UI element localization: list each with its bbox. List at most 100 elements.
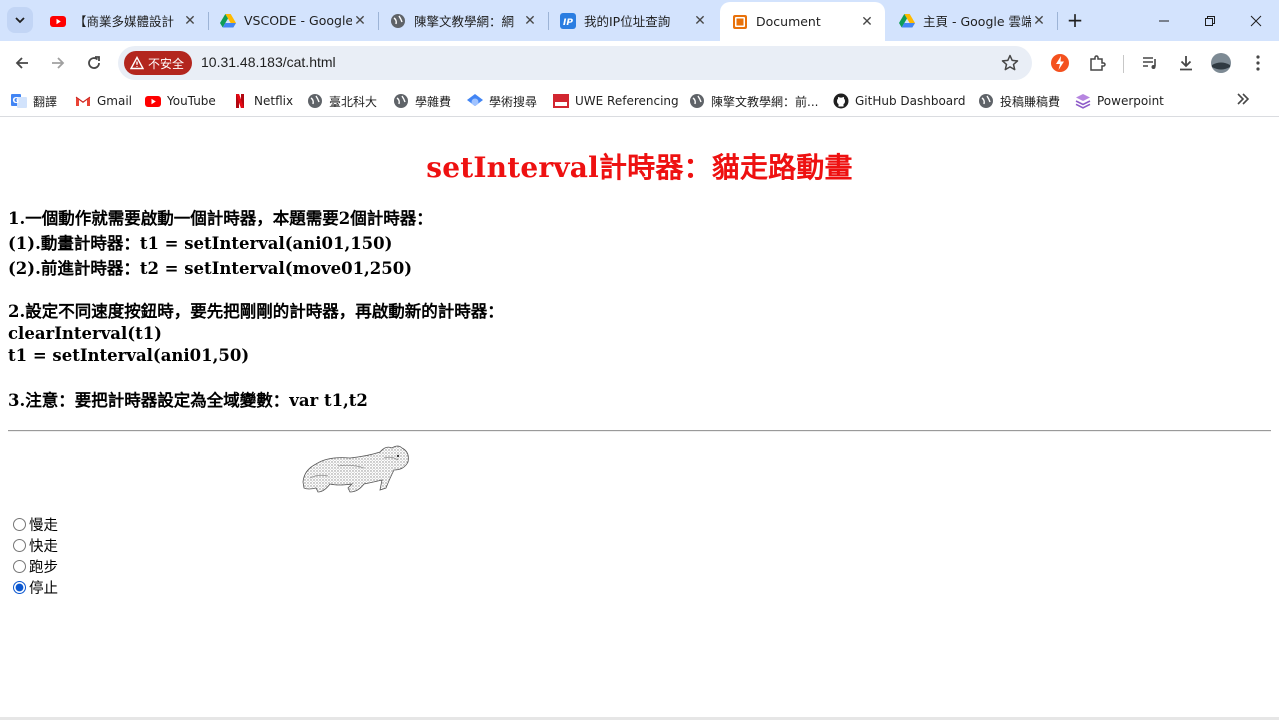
close-icon[interactable]: ✕: [522, 13, 538, 29]
bookmark-translate[interactable]: G 翻譯: [11, 92, 57, 110]
download-icon: [1180, 56, 1192, 71]
media-control-button[interactable]: [1139, 52, 1161, 74]
close-icon[interactable]: ✕: [182, 13, 198, 29]
url-text[interactable]: 10.31.48.183/cat.html: [201, 54, 336, 70]
minimize-icon: [1159, 20, 1169, 21]
bookmark-label: 臺北科大: [329, 94, 378, 109]
tab-youtube-course[interactable]: 【商業多媒體設計 ✕: [38, 0, 208, 41]
new-tab-button[interactable]: +: [1064, 8, 1086, 32]
bookmark-submit-articles[interactable]: 投稿賺稿費: [978, 92, 1060, 110]
toolbar-divider: [1123, 55, 1124, 73]
tab-document[interactable]: Document ✕: [720, 2, 885, 41]
downloads-button[interactable]: [1175, 52, 1197, 74]
double-chevron-right-icon: [1237, 93, 1250, 105]
tab-teaching-site[interactable]: 陳擎文教學網：網 ✕: [378, 0, 548, 41]
bookmarks-overflow-button[interactable]: [1236, 92, 1250, 110]
browser-menu-button[interactable]: [1247, 52, 1269, 74]
back-button[interactable]: [8, 49, 36, 77]
globe-icon: [690, 94, 704, 108]
reload-button[interactable]: [80, 49, 108, 77]
globe-icon: [394, 94, 408, 108]
tab-title: 陳擎文教學網：網: [414, 14, 515, 29]
speed-option-slow-walk[interactable]: 慢走: [12, 514, 58, 534]
bookmark-scholar[interactable]: 學術搜尋: [467, 92, 537, 110]
bookmark-label: 陳擎文教學網：前...: [711, 94, 819, 109]
bookmark-label: 翻譯: [33, 94, 58, 109]
section-1-line-2: (1).動畫計時器：t1 = setInterval(ani01,150): [8, 234, 393, 253]
extensions-button[interactable]: [1086, 52, 1108, 74]
chevron-down-icon: [15, 17, 25, 24]
puzzle-icon: [1090, 55, 1106, 71]
bookmark-github-dashboard[interactable]: GitHub Dashboard: [833, 92, 966, 110]
tab-ip-lookup[interactable]: IP 我的IP位址查詢 ✕: [548, 0, 718, 41]
bookmark-label: 學雜費: [415, 94, 452, 109]
bookmark-label: Gmail: [97, 94, 133, 108]
security-chip[interactable]: 不安全: [124, 51, 193, 75]
page-content: setInterval計時器：貓走路動畫 1.一個動作就需要啟動一個計時器，本題…: [0, 118, 1279, 720]
warning-icon: [130, 56, 144, 70]
security-label: 不安全: [148, 56, 185, 71]
tab-google-drive-home[interactable]: 主頁 - Google 雲端 ✕: [887, 0, 1057, 41]
radio-label: 跑步: [29, 559, 58, 576]
globe-icon: [391, 13, 405, 28]
powerpoint-icon: [1075, 94, 1091, 109]
bookmark-gmail[interactable]: Gmail: [75, 92, 132, 110]
close-icon[interactable]: ✕: [859, 14, 875, 30]
speed-option-fast-walk[interactable]: 快走: [12, 535, 58, 555]
extension-flash-icon[interactable]: [1049, 52, 1071, 74]
more-vert-icon: [1256, 55, 1260, 71]
profile-avatar[interactable]: [1210, 52, 1232, 74]
bookmark-label: 投稿賺稿費: [1000, 94, 1061, 109]
section-1: 1.一個動作就需要啟動一個計時器，本題需要2個計時器： (1).動畫計時器：t1…: [8, 206, 433, 281]
tab-search-button[interactable]: [7, 7, 33, 33]
forward-button[interactable]: [44, 49, 72, 77]
reload-icon: [88, 56, 100, 69]
bookmark-youtube[interactable]: YouTube: [145, 92, 216, 110]
section-3: 3.注意：要把計時器設定為全域變數：var t1,t2: [8, 388, 368, 413]
close-icon[interactable]: ✕: [692, 13, 708, 29]
address-bar[interactable]: 不安全 10.31.48.183/cat.html: [118, 46, 1032, 80]
restore-icon: [1205, 15, 1215, 26]
bookmark-teaching-site[interactable]: 陳擎文教學網：前...: [689, 92, 818, 110]
close-window-button[interactable]: [1233, 0, 1279, 41]
radio-slow-walk[interactable]: [13, 517, 26, 531]
svg-text:IP: IP: [563, 18, 573, 28]
playlist-music-icon: [1143, 57, 1156, 69]
bookmark-uwe-referencing[interactable]: UWE Referencing: [553, 92, 679, 110]
restore-button[interactable]: [1187, 0, 1233, 41]
radio-fast-walk[interactable]: [13, 538, 26, 552]
section-2-line-2: clearInterval(t1): [8, 324, 162, 343]
bookmark-label: Netflix: [254, 94, 294, 108]
tab-vscode-drive[interactable]: VSCODE - Google ✕: [208, 0, 378, 41]
section-3-line-1: 3.注意：要把計時器設定為全域變數：var t1,t2: [8, 391, 368, 410]
section-1-line-1: 1.一個動作就需要啟動一個計時器，本題需要2個計時器：: [8, 209, 433, 228]
close-icon[interactable]: ✕: [352, 13, 368, 29]
radio-stop[interactable]: [13, 580, 26, 594]
radio-label: 停止: [29, 580, 58, 597]
close-icon[interactable]: ✕: [1031, 13, 1047, 29]
bookmark-tuition[interactable]: 學雜費: [393, 92, 451, 110]
bookmark-label: UWE Referencing: [575, 94, 679, 108]
radio-label: 慢走: [29, 517, 58, 534]
close-icon: [1250, 15, 1262, 26]
bookmark-netflix[interactable]: Netflix: [232, 92, 293, 110]
bookmark-ntut[interactable]: 臺北科大: [307, 92, 377, 110]
section-2-line-3: t1 = setInterval(ani01,50): [8, 346, 250, 365]
speed-option-run[interactable]: 跑步: [12, 556, 58, 576]
minimize-button[interactable]: [1141, 0, 1187, 41]
tab-divider: [1057, 12, 1058, 30]
speed-option-stop[interactable]: 停止: [12, 577, 58, 597]
bookmark-label: GitHub Dashboard: [855, 94, 966, 108]
section-1-line-3: (2).前進計時器：t2 = setInterval(move01,250): [8, 259, 413, 278]
radio-run[interactable]: [13, 559, 26, 573]
flash-icon: [1051, 54, 1069, 72]
bookmark-star-icon[interactable]: [1000, 53, 1020, 73]
tab-title: 【商業多媒體設計: [74, 14, 175, 29]
tab-title: 主頁 - Google 雲端: [923, 14, 1031, 29]
github-icon: [833, 93, 849, 109]
bookmark-label: Powerpoint: [1097, 94, 1164, 108]
page-title: setInterval計時器：貓走路動畫: [426, 151, 853, 184]
tab-title: VSCODE - Google: [244, 13, 352, 28]
bookmark-powerpoint[interactable]: Powerpoint: [1075, 92, 1164, 110]
tab-title: Document: [756, 14, 821, 29]
